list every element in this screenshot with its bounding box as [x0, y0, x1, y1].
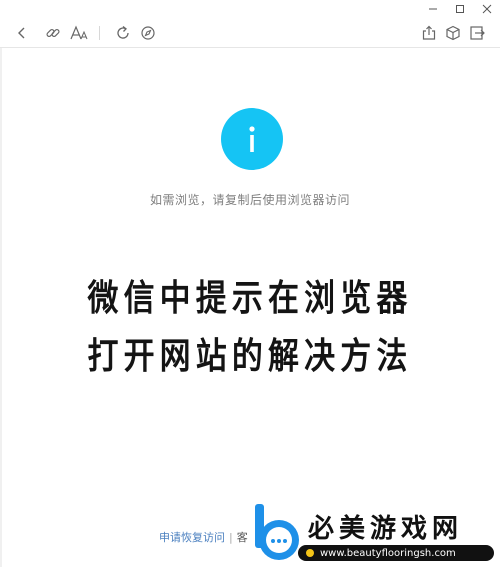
maximize-icon[interactable]	[446, 0, 473, 18]
window-controls	[419, 0, 500, 18]
compass-icon[interactable]	[140, 25, 156, 41]
watermark-logo-icon	[255, 504, 299, 560]
footer-truncated-link[interactable]: 客	[237, 531, 248, 544]
footer-separator: |	[229, 531, 233, 544]
browser-toolbar	[0, 18, 500, 48]
info-icon	[221, 108, 283, 170]
font-size-icon[interactable]	[70, 25, 88, 41]
content-left-border	[0, 48, 2, 567]
close-page-icon[interactable]	[469, 25, 485, 41]
watermark-url: www.beautyflooringsh.com	[320, 547, 456, 559]
headline-line-1: 微信中提示在浏览器	[87, 278, 413, 319]
close-icon[interactable]	[473, 0, 500, 18]
watermark-title: 必美游戏网	[308, 514, 464, 544]
share-icon[interactable]	[421, 25, 437, 41]
link-icon[interactable]	[45, 25, 61, 41]
cube-icon[interactable]	[445, 25, 461, 41]
refresh-icon[interactable]	[115, 25, 131, 41]
info-glyph-icon	[249, 126, 255, 152]
toolbar-divider	[99, 26, 100, 40]
watermark-url-pill: www.beautyflooringsh.com	[298, 545, 494, 561]
appeal-link[interactable]: 申请恢复访问	[159, 531, 225, 544]
headline-line-2: 打开网站的解决方法	[87, 336, 413, 377]
back-arrow-icon[interactable]	[14, 25, 30, 41]
minimize-icon[interactable]	[419, 0, 446, 18]
copy-url-hint: 如需浏览，请复制后使用浏览器访问	[149, 193, 350, 207]
watermark-dot-icon	[306, 549, 314, 557]
footer-links: 申请恢复访问 | 客	[159, 529, 248, 545]
